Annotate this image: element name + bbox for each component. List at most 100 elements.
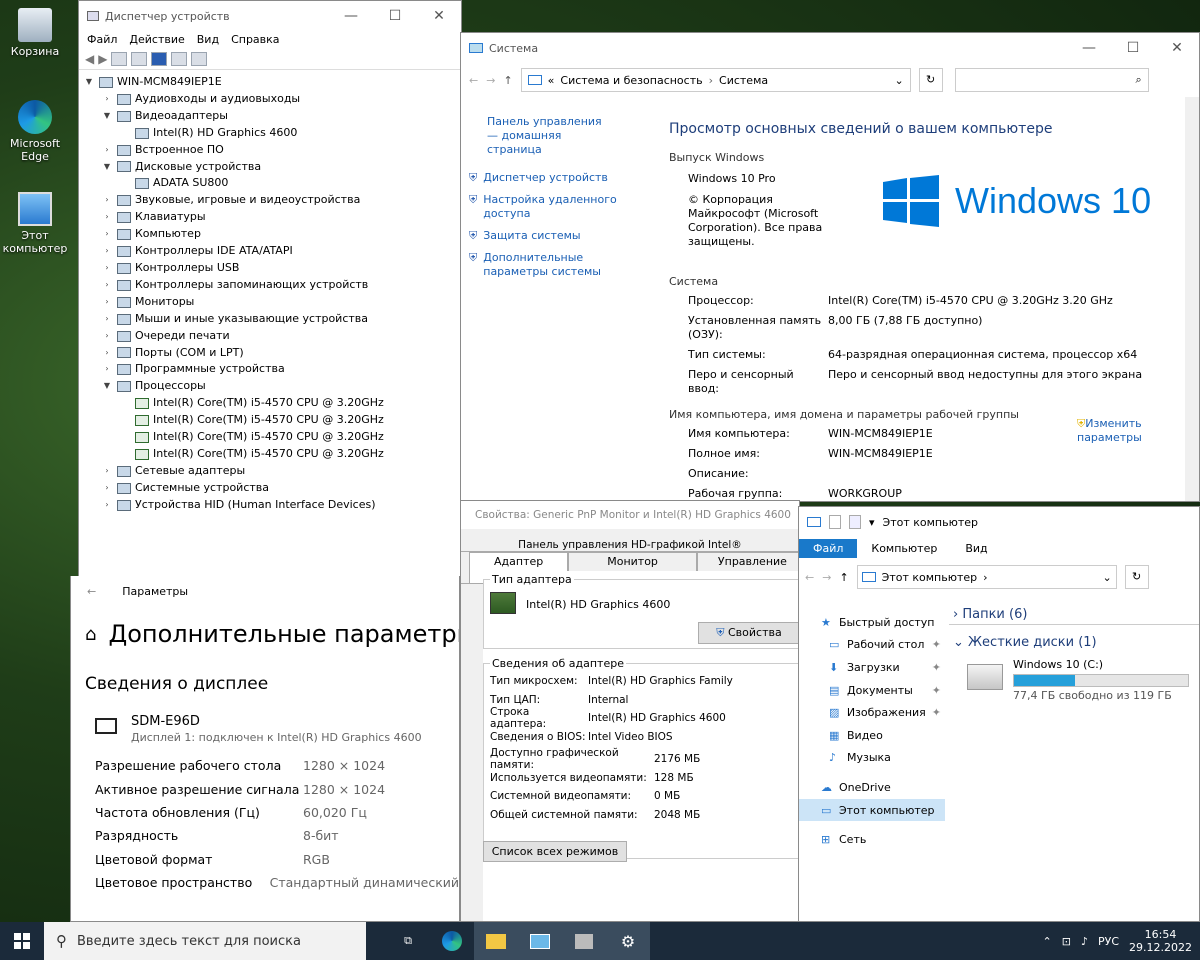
- sidebar-link[interactable]: ⛨ Настройка удаленного доступа: [469, 193, 646, 221]
- chevron-right-icon[interactable]: ›: [101, 497, 113, 514]
- taskbar-settings[interactable]: ⚙: [606, 922, 650, 960]
- desktop-icon-edge[interactable]: Microsoft Edge: [0, 100, 70, 163]
- clock[interactable]: 16:54 29.12.2022: [1129, 928, 1192, 954]
- nav-item[interactable]: ⊞ Сеть: [799, 828, 945, 851]
- desktop-icon-this-pc[interactable]: Этот компьютер: [0, 192, 70, 255]
- chevron-right-icon[interactable]: ›: [101, 192, 113, 209]
- tree-item[interactable]: ADATA SU800: [83, 175, 457, 192]
- forward-arrow-icon[interactable]: ▶: [98, 52, 107, 66]
- tree-item[interactable]: › Порты (COM и LPT): [83, 345, 457, 362]
- control-panel-home-link[interactable]: Панель управления — домашняя страница: [469, 115, 609, 157]
- list-all-modes-button[interactable]: Список всех режимов: [483, 841, 627, 862]
- new-folder-icon[interactable]: [849, 515, 861, 529]
- menu-item[interactable]: Справка: [231, 33, 279, 46]
- tree-item[interactable]: Intel(R) Core(TM) i5-4570 CPU @ 3.20GHz: [83, 429, 457, 446]
- chevron-right-icon[interactable]: ›: [101, 91, 113, 108]
- tree-item[interactable]: Intel(R) Core(TM) i5-4570 CPU @ 3.20GHz: [83, 412, 457, 429]
- chevron-down-icon[interactable]: ▼: [101, 159, 113, 176]
- chevron-down-icon[interactable]: ⌄: [894, 74, 903, 87]
- breadcrumb-item[interactable]: Система: [719, 74, 768, 87]
- chevron-right-icon[interactable]: ›: [101, 277, 113, 294]
- chevron-up-icon[interactable]: ⌃: [1043, 935, 1052, 948]
- nav-item[interactable]: ▭ Этот компьютер: [799, 798, 945, 822]
- back-arrow-icon[interactable]: ←: [87, 585, 96, 598]
- close-icon[interactable]: ✕: [417, 8, 461, 24]
- menu-item[interactable]: Вид: [197, 33, 219, 46]
- monitor-icon[interactable]: [191, 51, 208, 66]
- up-arrow-icon[interactable]: ↑: [503, 74, 512, 87]
- tree-item[interactable]: › Контроллеры USB: [83, 260, 457, 277]
- tree-item[interactable]: › Компьютер: [83, 226, 457, 243]
- group-drives[interactable]: ⌄ Жесткие диски (1): [949, 633, 1199, 652]
- tree-item[interactable]: ▼ Дисковые устройства: [83, 159, 457, 176]
- maximize-icon[interactable]: ☐: [1111, 40, 1155, 56]
- maximize-icon[interactable]: ☐: [373, 8, 417, 24]
- nav-item[interactable]: ★ Быстрый доступ: [799, 611, 945, 634]
- ribbon-tab-file[interactable]: Файл: [799, 538, 858, 558]
- tree-item[interactable]: Intel(R) Core(TM) i5-4570 CPU @ 3.20GHz: [83, 395, 457, 412]
- home-icon[interactable]: ⌂: [85, 624, 96, 645]
- tree-item[interactable]: Intel(R) HD Graphics 4600: [83, 125, 457, 142]
- chevron-right-icon[interactable]: ›: [101, 480, 113, 497]
- change-settings-link[interactable]: ⛨Изменить параметры: [1077, 417, 1167, 445]
- start-button[interactable]: [0, 922, 44, 960]
- tree-root[interactable]: ▼ WIN-MCM849IEP1E: [83, 74, 457, 91]
- tree-item[interactable]: ▼ Процессоры: [83, 378, 457, 395]
- sidebar-link[interactable]: ⛨ Дополнительные параметры системы: [469, 251, 646, 279]
- minimize-icon[interactable]: —: [329, 8, 373, 24]
- tab-intel-panel[interactable]: Панель управления HD-графикой Intel®: [518, 539, 742, 551]
- tree-item[interactable]: › Системные устройства: [83, 480, 457, 497]
- tree-item[interactable]: › Звуковые, игровые и видеоустройства: [83, 192, 457, 209]
- nav-item[interactable]: ▭ Рабочий стол ✦: [799, 634, 945, 657]
- chevron-down-icon[interactable]: ▾: [869, 516, 875, 529]
- help-icon[interactable]: [151, 51, 168, 66]
- task-view-button[interactable]: ⧉: [386, 922, 430, 960]
- tree-item[interactable]: › Клавиатуры: [83, 209, 457, 226]
- back-arrow-icon[interactable]: ←: [469, 74, 478, 87]
- ribbon-tab-view[interactable]: Вид: [951, 542, 1001, 555]
- tree-item[interactable]: Intel(R) Core(TM) i5-4570 CPU @ 3.20GHz: [83, 446, 457, 463]
- keyboard-language[interactable]: РУС: [1098, 935, 1119, 948]
- menu-item[interactable]: Файл: [87, 33, 117, 46]
- taskbar-explorer[interactable]: [474, 922, 518, 960]
- taskbar-device-manager[interactable]: [562, 922, 606, 960]
- sidebar-link[interactable]: ⛨ Защита системы: [469, 229, 646, 243]
- volume-icon[interactable]: ♪: [1081, 935, 1088, 948]
- chevron-right-icon[interactable]: ›: [101, 463, 113, 480]
- pin-icon[interactable]: ✦: [932, 661, 945, 674]
- chevron-right-icon[interactable]: ›: [101, 260, 113, 277]
- chevron-right-icon[interactable]: ›: [101, 328, 113, 345]
- refresh-icon[interactable]: ↻: [1124, 565, 1149, 589]
- chevron-right-icon[interactable]: ›: [101, 345, 113, 362]
- nav-item[interactable]: ▨ Изображения ✦: [799, 701, 945, 724]
- pin-icon[interactable]: ✦: [932, 706, 945, 719]
- chevron-right-icon[interactable]: ›: [101, 226, 113, 243]
- properties-icon[interactable]: [111, 51, 128, 66]
- chevron-right-icon[interactable]: ›: [101, 243, 113, 260]
- nav-item[interactable]: ♪ Музыка: [799, 747, 945, 770]
- address-bar[interactable]: « Система и безопасность › Система ⌄: [520, 68, 911, 92]
- nav-item[interactable]: ▦ Видео: [799, 724, 945, 747]
- taskbar-edge[interactable]: [430, 922, 474, 960]
- chevron-right-icon[interactable]: ›: [101, 361, 113, 378]
- forward-arrow-icon[interactable]: →: [486, 74, 495, 87]
- chevron-down-icon[interactable]: ▼: [83, 74, 95, 91]
- breadcrumb-item[interactable]: Система и безопасность: [560, 74, 702, 87]
- scrollbar[interactable]: [1185, 97, 1199, 501]
- chevron-right-icon[interactable]: ›: [101, 294, 113, 311]
- tree-item[interactable]: › Сетевые адаптеры: [83, 463, 457, 480]
- sidebar-link[interactable]: ⛨ Диспетчер устройств: [469, 171, 646, 185]
- tree-item[interactable]: › Контроллеры IDE ATA/ATAPI: [83, 243, 457, 260]
- up-arrow-icon[interactable]: ↑: [839, 571, 848, 584]
- minimize-icon[interactable]: —: [1067, 40, 1111, 56]
- chevron-right-icon[interactable]: ›: [101, 209, 113, 226]
- forward-arrow-icon[interactable]: →: [822, 571, 831, 584]
- tree-item[interactable]: › Очереди печати: [83, 328, 457, 345]
- desktop-icon-recycle-bin[interactable]: Корзина: [0, 8, 70, 58]
- back-arrow-icon[interactable]: ◀: [85, 52, 94, 66]
- tree-item[interactable]: › Программные устройства: [83, 361, 457, 378]
- tree-item[interactable]: › Мониторы: [83, 294, 457, 311]
- view-icon[interactable]: [171, 51, 188, 66]
- chevron-right-icon[interactable]: ›: [101, 142, 113, 159]
- properties-icon[interactable]: [829, 515, 841, 529]
